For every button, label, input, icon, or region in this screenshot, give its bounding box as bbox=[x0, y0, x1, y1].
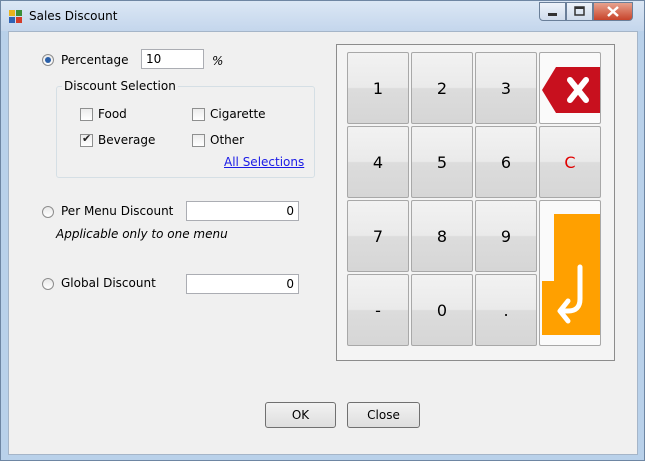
discount-selection-title: Discount Selection bbox=[62, 79, 178, 93]
global-discount-input[interactable]: 0 bbox=[186, 274, 299, 294]
global-discount-radio[interactable] bbox=[42, 278, 54, 290]
enter-return-icon bbox=[542, 214, 600, 335]
backspace-x-icon bbox=[542, 67, 600, 113]
window-controls bbox=[539, 2, 633, 21]
percentage-label: Percentage bbox=[61, 53, 129, 67]
maximize-button[interactable] bbox=[566, 2, 593, 21]
key-0[interactable]: 0 bbox=[411, 274, 473, 346]
ok-button[interactable]: OK bbox=[265, 402, 336, 428]
key-minus[interactable]: - bbox=[347, 274, 409, 346]
app-icon bbox=[9, 10, 22, 23]
key-3[interactable]: 3 bbox=[475, 52, 537, 124]
backspace-button[interactable] bbox=[539, 52, 601, 124]
title-bar[interactable]: Sales Discount bbox=[1, 1, 644, 31]
beverage-checkbox[interactable] bbox=[80, 132, 93, 147]
key-1[interactable]: 1 bbox=[347, 52, 409, 124]
close-window-button[interactable] bbox=[593, 2, 633, 21]
beverage-label: Beverage bbox=[98, 133, 156, 147]
other-checkbox[interactable] bbox=[192, 134, 205, 147]
percent-unit-label: % bbox=[212, 54, 224, 68]
cigarette-checkbox[interactable] bbox=[192, 108, 205, 121]
maximize-icon bbox=[574, 6, 585, 16]
per-menu-discount-radio[interactable] bbox=[42, 206, 54, 218]
food-checkbox[interactable] bbox=[80, 108, 93, 121]
food-label: Food bbox=[98, 107, 127, 121]
per-menu-note: Applicable only to one menu bbox=[56, 227, 228, 241]
cigarette-label: Cigarette bbox=[210, 107, 266, 121]
enter-button[interactable] bbox=[539, 200, 601, 346]
global-discount-label: Global Discount bbox=[61, 276, 156, 290]
window: Sales Discount Percentage 10 % Discount … bbox=[0, 0, 645, 461]
minimize-button[interactable] bbox=[539, 2, 566, 21]
other-label: Other bbox=[210, 133, 245, 147]
key-decimal[interactable]: . bbox=[475, 274, 537, 346]
per-menu-discount-label: Per Menu Discount bbox=[61, 204, 174, 218]
key-5[interactable]: 5 bbox=[411, 126, 473, 198]
key-9[interactable]: 9 bbox=[475, 200, 537, 272]
per-menu-discount-input[interactable]: 0 bbox=[186, 201, 299, 221]
key-2[interactable]: 2 bbox=[411, 52, 473, 124]
minimize-icon bbox=[548, 13, 557, 16]
clear-button[interactable]: C bbox=[539, 126, 601, 198]
key-6[interactable]: 6 bbox=[475, 126, 537, 198]
percentage-input[interactable]: 10 bbox=[141, 49, 204, 69]
close-icon bbox=[607, 6, 619, 17]
key-7[interactable]: 7 bbox=[347, 200, 409, 272]
close-button[interactable]: Close bbox=[347, 402, 420, 428]
window-title: Sales Discount bbox=[29, 9, 118, 23]
percentage-radio[interactable] bbox=[42, 54, 54, 66]
all-selections-link[interactable]: All Selections bbox=[224, 155, 304, 169]
key-8[interactable]: 8 bbox=[411, 200, 473, 272]
key-4[interactable]: 4 bbox=[347, 126, 409, 198]
